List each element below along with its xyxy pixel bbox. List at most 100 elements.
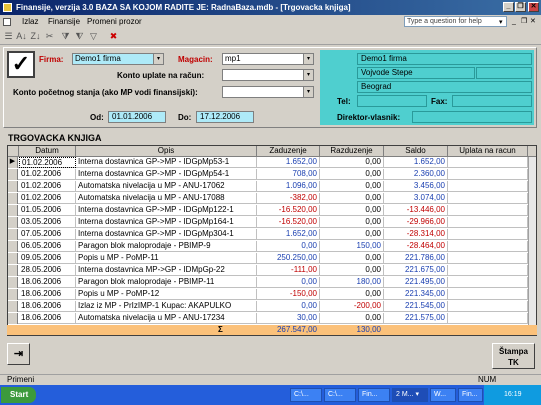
taskbar-item-group[interactable]: 2 M... ▾: [392, 388, 428, 402]
record-selector[interactable]: [8, 289, 18, 300]
cell-razduzenje[interactable]: 0,00: [320, 169, 384, 180]
cell-opis[interactable]: Popis u MP - PoMP-12: [76, 289, 257, 300]
cell-saldo[interactable]: 3.074,00: [384, 193, 448, 204]
do-date-input[interactable]: 17.12.2006: [196, 111, 254, 123]
cell-datum[interactable]: 18.06.2006: [19, 277, 76, 288]
cell-zaduzenje[interactable]: -111,00: [257, 265, 320, 276]
cell-datum[interactable]: 28.05.2006: [19, 265, 76, 276]
konto-uplate-select[interactable]: ▾: [222, 69, 314, 81]
table-row[interactable]: 01.02.2006 Interna dostavnica GP->MP - ID…: [8, 169, 536, 180]
cell-saldo[interactable]: 221.345,00: [384, 289, 448, 300]
cell-zaduzenje[interactable]: 708,00: [257, 169, 320, 180]
cell-datum[interactable]: 03.05.2006: [19, 217, 76, 228]
cell-opis[interactable]: Automatska nivelacija u MP - ANU-17088: [76, 193, 257, 204]
cell-saldo[interactable]: 221.675,00: [384, 265, 448, 276]
cell-opis[interactable]: Interna dostavnica MP->GP - IDMpGp-22: [76, 265, 257, 276]
cell-saldo[interactable]: 221.495,00: [384, 277, 448, 288]
cell-razduzenje[interactable]: 180,00: [320, 277, 384, 288]
table-row[interactable]: ▶ 01.02.2006 Interna dostavnica GP->MP - I…: [8, 157, 536, 168]
cell-zaduzenje[interactable]: 1.096,00: [257, 181, 320, 192]
table-row[interactable]: 28.05.2006 Interna dostavnica MP->GP - ID…: [8, 265, 536, 276]
cell-opis[interactable]: Paragon blok maloprodaje - PBIMP-11: [76, 277, 257, 288]
doc-minimize-button[interactable]: _: [512, 15, 516, 29]
cell-zaduzenje[interactable]: 1.652,00: [257, 229, 320, 240]
help-dropdown-icon[interactable]: ▾: [499, 16, 507, 30]
cell-razduzenje[interactable]: 0,00: [320, 181, 384, 192]
taskbar-item-explorer-1[interactable]: C:\...: [290, 388, 322, 402]
cell-zaduzenje[interactable]: 1.652,00: [257, 157, 320, 168]
column-header-datum[interactable]: Datum: [19, 146, 76, 157]
record-selector[interactable]: [8, 229, 18, 240]
table-row[interactable]: 18.06.2006 Izlaz iz MP - PrIzIMP-1 Kupac:…: [8, 301, 536, 312]
cell-zaduzenje[interactable]: 250.250,00: [257, 253, 320, 264]
konto-pocetnog-select[interactable]: ▾: [222, 86, 314, 98]
cell-uplata[interactable]: [448, 181, 528, 192]
cell-opis[interactable]: Interna dostavnica GP->MP - IDGpMp54-1: [76, 169, 257, 180]
table-row[interactable]: 01.02.2006 Automatska nivelacija u MP - A…: [8, 193, 536, 204]
cell-zaduzenje[interactable]: 0,00: [257, 301, 320, 312]
record-selector[interactable]: [8, 217, 18, 228]
konto-uplate-dropdown-icon[interactable]: ▾: [303, 70, 313, 80]
cell-zaduzenje[interactable]: 0,00: [257, 241, 320, 252]
cell-zaduzenje[interactable]: -150,00: [257, 289, 320, 300]
filter-by-form-icon[interactable]: ⧨: [74, 31, 85, 42]
cell-saldo[interactable]: -29.966,00: [384, 217, 448, 228]
table-row[interactable]: 01.05.2006 Interna dostavnica GP->MP - ID…: [8, 205, 536, 216]
cell-datum[interactable]: 01.02.2006: [19, 181, 76, 192]
minimize-button[interactable]: _: [503, 2, 514, 12]
cell-opis[interactable]: Interna dostavnica GP->MP - IDGpMp53-1: [76, 157, 257, 168]
cell-razduzenje[interactable]: 0,00: [320, 229, 384, 240]
cell-datum[interactable]: 01.02.2006: [19, 193, 76, 204]
cell-razduzenje[interactable]: 150,00: [320, 241, 384, 252]
cell-uplata[interactable]: [448, 217, 528, 228]
cell-razduzenje[interactable]: 0,00: [320, 157, 384, 168]
cell-saldo[interactable]: 2.360,00: [384, 169, 448, 180]
cell-uplata[interactable]: [448, 205, 528, 216]
apply-button[interactable]: ✓: [7, 51, 35, 78]
cell-saldo[interactable]: -13.446,00: [384, 205, 448, 216]
print-tk-button[interactable]: Štampa TK: [492, 343, 535, 369]
cell-saldo[interactable]: 221.575,00: [384, 313, 448, 324]
taskbar-item-finansije-1[interactable]: Fin...: [358, 388, 390, 402]
cell-saldo[interactable]: -28.314,00: [384, 229, 448, 240]
table-row[interactable]: 06.05.2006 Paragon blok maloprodaje - PBI…: [8, 241, 536, 252]
cell-razduzenje[interactable]: 0,00: [320, 205, 384, 216]
firma-dropdown-icon[interactable]: ▾: [153, 54, 163, 64]
cell-uplata[interactable]: [448, 229, 528, 240]
cell-razduzenje[interactable]: 0,00: [320, 193, 384, 204]
record-selector[interactable]: [8, 181, 18, 192]
cell-saldo[interactable]: 3.456,00: [384, 181, 448, 192]
konto-pocetnog-dropdown-icon[interactable]: ▾: [303, 87, 313, 97]
record-selector[interactable]: [8, 169, 18, 180]
cell-uplata[interactable]: [448, 289, 528, 300]
cell-datum[interactable]: 06.05.2006: [19, 241, 76, 252]
table-row[interactable]: 03.05.2006 Interna dostavnica GP->MP - ID…: [8, 217, 536, 228]
column-header-opis[interactable]: Opis: [76, 146, 257, 157]
cell-datum[interactable]: 18.06.2006: [19, 289, 76, 300]
cell-datum[interactable]: 01.02.2006: [19, 157, 76, 168]
cell-uplata[interactable]: [448, 169, 528, 180]
firma-select[interactable]: Demo1 firma ▾: [72, 53, 164, 65]
restore-button[interactable]: ❐: [515, 2, 526, 12]
cell-datum[interactable]: 09.05.2006: [19, 253, 76, 264]
record-selector[interactable]: [8, 193, 18, 204]
cell-razduzenje[interactable]: 0,00: [320, 253, 384, 264]
cell-razduzenje[interactable]: -200,00: [320, 301, 384, 312]
record-selector[interactable]: [8, 241, 18, 252]
table-row[interactable]: 07.05.2006 Interna dostavnica GP->MP - ID…: [8, 229, 536, 240]
record-selector[interactable]: ▶: [8, 157, 18, 168]
list-icon[interactable]: ☰: [3, 31, 14, 42]
exit-button[interactable]: ⇥: [7, 343, 30, 365]
magacin-select[interactable]: mp1 ▾: [222, 53, 314, 65]
table-row[interactable]: 18.06.2006 Popis u MP - PoMP-12 -150,00 0,0…: [8, 289, 536, 300]
column-header-uplata[interactable]: Uplata na racun: [448, 146, 528, 157]
cell-zaduzenje[interactable]: -16.520,00: [257, 217, 320, 228]
taskbar-item-finansije-2[interactable]: Fin...: [458, 388, 483, 402]
cell-razduzenje[interactable]: 0,00: [320, 289, 384, 300]
doc-close-button[interactable]: ✕: [530, 15, 536, 29]
menu-finansije[interactable]: Finansije: [48, 15, 80, 29]
filter-by-selection-icon[interactable]: ⧩: [60, 31, 71, 42]
cell-saldo[interactable]: 221.786,00: [384, 253, 448, 264]
cell-saldo[interactable]: 1.652,00: [384, 157, 448, 168]
cut-icon[interactable]: ✂: [44, 31, 55, 42]
